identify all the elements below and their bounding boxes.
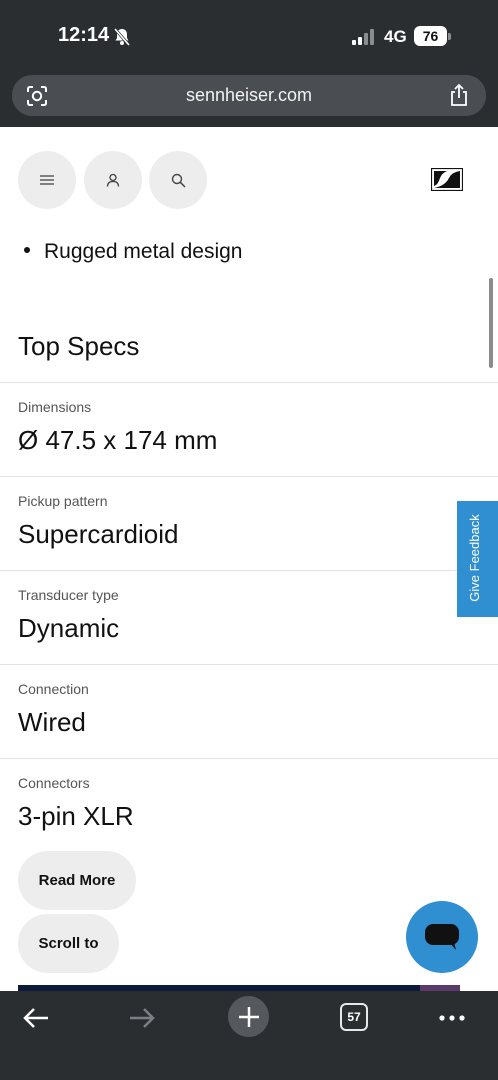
give-feedback-tab[interactable]: Give Feedback <box>457 501 498 617</box>
back-button[interactable] <box>16 998 56 1038</box>
browser-bottom-toolbar: 57 <box>0 991 498 1080</box>
section-title: Top Specs <box>18 331 140 361</box>
tabs-count-button[interactable]: 57 <box>340 1003 368 1031</box>
menu-icon <box>40 175 54 185</box>
bell-slash-icon <box>113 28 131 46</box>
back-arrow-icon <box>23 1008 48 1028</box>
signal-icon <box>352 29 374 45</box>
bullet-dot <box>24 247 30 254</box>
url-bar[interactable]: sennheiser.com <box>12 75 486 116</box>
account-button[interactable] <box>84 151 142 209</box>
feature-text: Rugged metal design <box>44 240 243 263</box>
spec-label: Connectors <box>18 775 90 791</box>
page-scrollbar[interactable] <box>489 278 493 368</box>
spec-label: Dimensions <box>18 399 92 415</box>
chat-bubble-icon <box>425 924 459 950</box>
more-icon <box>439 1015 465 1021</box>
spec-row-pickup-pattern: Pickup pattern Supercardioid <box>0 476 498 570</box>
spec-label: Connection <box>18 681 89 697</box>
feedback-label[interactable]: Give Feedback <box>467 500 487 616</box>
search-icon <box>171 173 186 188</box>
spec-value: Wired <box>18 707 86 737</box>
network-type: 4G <box>384 27 407 46</box>
scroll-to-button[interactable]: Scroll to <box>18 914 119 973</box>
new-tab-button[interactable] <box>228 996 269 1037</box>
browser-top-chrome: 12:14 4G 76 sennheiser.com <box>0 0 498 127</box>
read-more-button[interactable]: Read More <box>18 851 136 910</box>
menu-button[interactable] <box>18 151 76 209</box>
spec-row-connection: Connection Wired <box>0 664 498 758</box>
spec-row-connectors: Connectors 3-pin XLR <box>0 758 498 852</box>
spec-value: Supercardioid <box>18 519 179 549</box>
spec-value: Ø 47.5 x 174 mm <box>18 425 218 455</box>
feature-bullet: Rugged metal design <box>24 240 242 264</box>
battery-level: 76 <box>414 26 447 46</box>
url-text[interactable]: sennheiser.com <box>12 85 486 106</box>
spec-value: Dynamic <box>18 613 120 643</box>
more-menu-button[interactable] <box>432 998 472 1038</box>
battery-icon: 76 <box>414 26 451 46</box>
spec-row-dimensions: Dimensions Ø 47.5 x 174 mm <box>0 382 498 476</box>
plus-icon <box>238 1006 259 1027</box>
forward-button[interactable] <box>122 998 162 1038</box>
chat-button[interactable] <box>406 901 478 973</box>
spec-label: Transducer type <box>18 587 119 603</box>
battery-cap <box>448 33 451 40</box>
forward-arrow-icon <box>130 1008 155 1028</box>
sennheiser-logo-icon[interactable] <box>431 168 463 191</box>
share-icon[interactable] <box>448 83 470 107</box>
spec-label: Pickup pattern <box>18 493 108 509</box>
spec-value: 3-pin XLR <box>18 801 134 831</box>
search-button[interactable] <box>149 151 207 209</box>
spec-row-transducer-type: Transducer type Dynamic <box>0 570 498 664</box>
user-icon <box>106 173 120 187</box>
status-time: 12:14 <box>58 24 110 46</box>
